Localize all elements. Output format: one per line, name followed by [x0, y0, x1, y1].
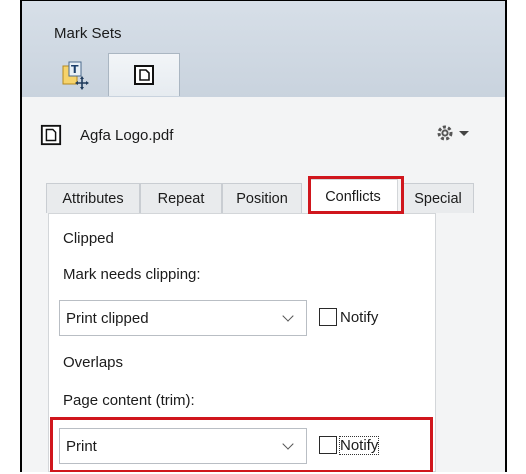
clipped-notify-checkbox[interactable]: Notify: [319, 308, 378, 326]
tab-bar: Attributes Repeat Position Conflicts Spe…: [46, 179, 495, 214]
tab-special[interactable]: Special: [402, 183, 474, 213]
overlap-select-value: Print: [66, 437, 97, 455]
tab-conflicts[interactable]: Conflicts: [308, 179, 398, 214]
overlap-notify-label: Notify: [338, 435, 380, 455]
text-mark-tool-button[interactable]: T: [44, 53, 110, 96]
clipped-notify-label: Notify: [340, 308, 379, 326]
clipping-select-value: Print clipped: [66, 309, 149, 327]
mark-file-name: Agfa Logo.pdf: [80, 126, 174, 144]
mark-file-row: Agfa Logo.pdf: [40, 121, 487, 149]
tab-attributes[interactable]: Attributes: [46, 183, 140, 213]
gear-icon: [437, 125, 453, 141]
page-content-trim-label: Page content (trim):: [63, 392, 195, 409]
checkbox-icon[interactable]: [319, 436, 337, 454]
overlap-select[interactable]: Print: [59, 428, 307, 464]
dropdown-caret-icon: [459, 130, 469, 136]
checkbox-icon[interactable]: [319, 308, 337, 326]
overlaps-heading: Overlaps: [63, 354, 124, 371]
mark-sets-panel: Mark Sets T Agfa Logo.pdf Attributes Rep…: [20, 0, 507, 472]
tab-repeat[interactable]: Repeat: [140, 183, 222, 213]
clipped-heading: Clipped: [63, 230, 114, 247]
chevron-down-icon: [282, 438, 294, 450]
mark-properties: Agfa Logo.pdf Attributes Repeat Position…: [22, 97, 505, 472]
tab-position[interactable]: Position: [222, 183, 302, 213]
page-mark-tool-button[interactable]: [108, 53, 180, 96]
clipping-select[interactable]: Print clipped: [59, 300, 307, 336]
conflicts-tab-panel: Clipped Mark needs clipping: Print clipp…: [48, 213, 436, 472]
chevron-down-icon: [282, 310, 294, 322]
page-icon: [134, 65, 154, 85]
pdf-page-icon: [40, 124, 62, 146]
gear-menu-button[interactable]: [435, 123, 469, 143]
svg-text:T: T: [71, 63, 79, 76]
panel-title: Mark Sets: [54, 25, 122, 42]
text-mark-icon: T: [62, 61, 89, 90]
overlap-notify-checkbox[interactable]: Notify: [319, 435, 380, 455]
mark-sets-header: Mark Sets T: [22, 1, 505, 98]
mark-needs-clipping-label: Mark needs clipping:: [63, 266, 201, 283]
